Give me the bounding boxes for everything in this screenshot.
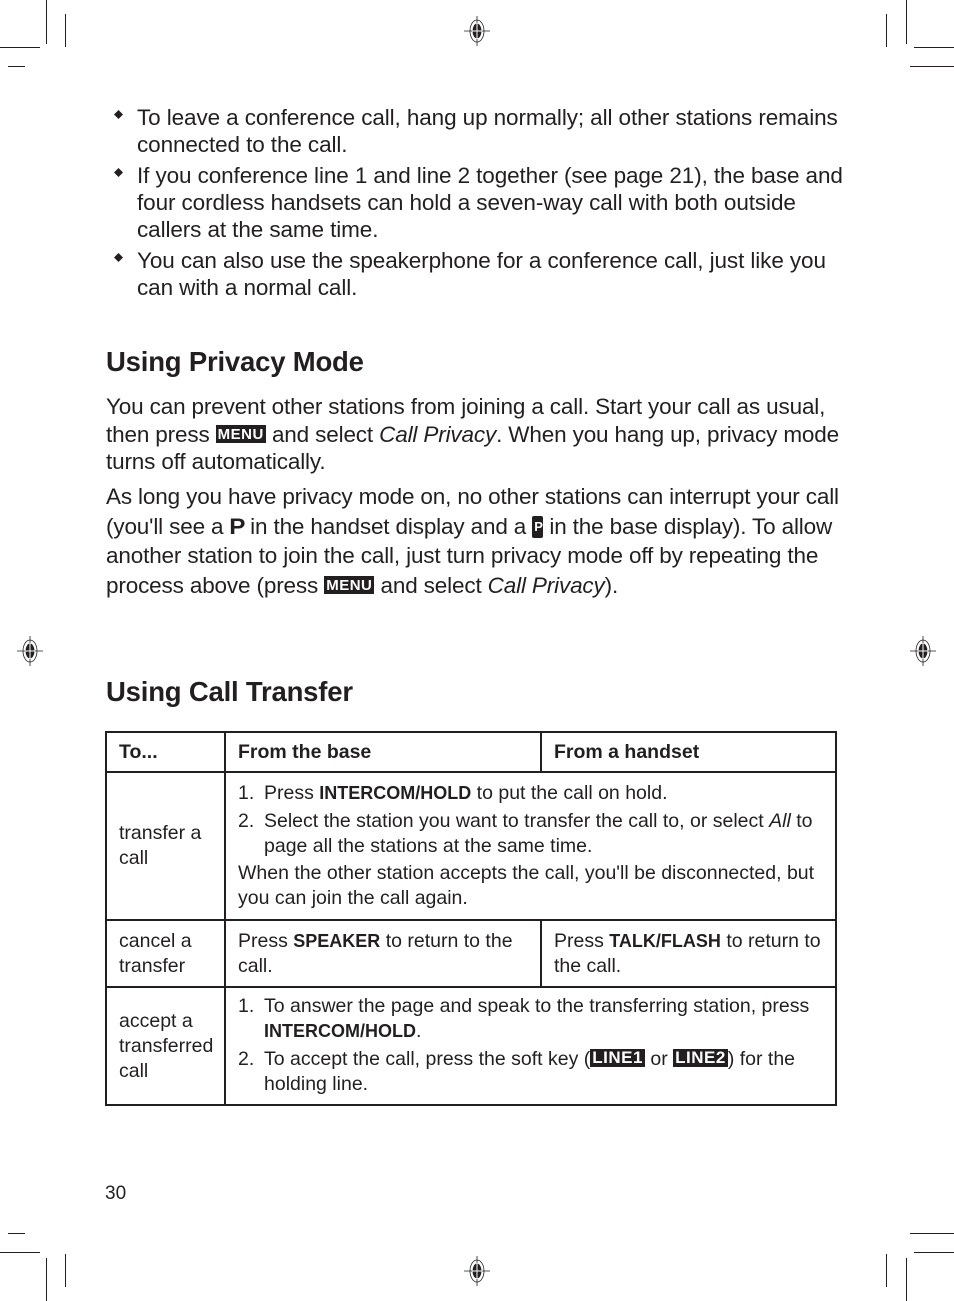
bullet-item: If you conference line 1 and line 2 toge… (114, 162, 844, 243)
handset-privacy-icon: P (228, 513, 245, 539)
text: To accept the call, press the soft key ( (264, 1048, 591, 1070)
call-transfer-table: To... From the base From a handset trans… (105, 731, 837, 1106)
registration-mark-icon (910, 636, 936, 666)
table-row: transfer a call 1. Press INTERCOM/HOLD to… (105, 771, 837, 921)
crop-mark (906, 1258, 907, 1301)
table-row: cancel a transfer Press SPEAKER to retur… (105, 919, 837, 988)
button-name: INTERCOM/HOLD (264, 1021, 416, 1041)
text: and select (374, 572, 488, 598)
instructions-cell: 1. Press INTERCOM/HOLD to put the call on… (224, 771, 837, 921)
text: . (416, 1020, 422, 1042)
crop-mark (46, 0, 47, 44)
crop-mark (886, 14, 887, 47)
crop-mark (910, 66, 954, 67)
step-number: 2. (238, 1048, 255, 1070)
step-number: 2. (238, 810, 255, 832)
bullet-list: To leave a conference call, hang up norm… (114, 104, 844, 305)
text: Press (554, 929, 610, 952)
text: Press (238, 929, 294, 952)
table-header-row: To... From the base From a handset (105, 731, 837, 773)
crop-mark (906, 0, 907, 44)
section-heading-transfer: Using Call Transfer (106, 676, 353, 707)
bullet-text: You can also use the speakerphone for a … (137, 248, 826, 300)
bullet-text: To leave a conference call, hang up norm… (137, 105, 838, 157)
crop-mark (914, 1252, 954, 1253)
action-cell: cancel a transfer (105, 919, 226, 988)
crop-mark (886, 1254, 887, 1287)
text: and select (265, 421, 380, 447)
column-header-base: From the base (224, 731, 542, 773)
text: to put the call on hold. (471, 782, 668, 804)
privacy-paragraph-1: You can prevent other stations from join… (106, 393, 846, 476)
menu-option-name: All (769, 810, 791, 832)
handset-instruction-cell: Press TALK/FLASH to return to the call. (540, 919, 837, 988)
menu-key-label: MENU (215, 424, 266, 443)
menu-option-name: Call Privacy (487, 572, 605, 598)
registration-mark-icon (17, 636, 43, 666)
menu-key-label: MENU (324, 575, 375, 594)
crop-mark (0, 1252, 40, 1253)
crop-mark (914, 47, 954, 48)
text: Press (264, 782, 320, 804)
text: Select the station you want to transfer … (264, 810, 770, 832)
bullet-item: To leave a conference call, hang up norm… (114, 104, 844, 158)
crop-mark (8, 66, 25, 67)
crop-mark (65, 14, 66, 47)
step-number: 1. (238, 995, 255, 1017)
bullet-text: If you conference line 1 and line 2 toge… (137, 163, 843, 242)
step-number: 1. (238, 782, 255, 804)
action-cell: transfer a call (105, 771, 226, 921)
registration-mark-icon (464, 16, 490, 46)
step-item: 1. Press INTERCOM/HOLD to put the call on… (238, 781, 829, 806)
steps-list: 1. To answer the page and speak to the tr… (238, 994, 829, 1097)
line2-softkey-label: LINE2 (673, 1048, 728, 1067)
crop-mark (65, 1254, 66, 1287)
steps-list: 1. Press INTERCOM/HOLD to put the call on… (238, 781, 829, 859)
menu-option-name: Call Privacy (379, 421, 497, 447)
crop-mark (8, 1233, 25, 1234)
section-heading-privacy: Using Privacy Mode (106, 346, 364, 377)
action-cell: accept a transferred call (105, 986, 226, 1106)
registration-mark-icon (464, 1256, 490, 1286)
base-privacy-glyph: P (534, 518, 543, 534)
crop-mark (46, 1258, 47, 1301)
line1-softkey-label: LINE1 (590, 1048, 645, 1067)
button-name: TALK/FLASH (609, 930, 721, 951)
step-item: 2. Select the station you want to transfe… (238, 809, 829, 859)
column-header-to: To... (105, 731, 226, 773)
diamond-bullet-icon (114, 253, 123, 262)
bullet-item: You can also use the speakerphone for a … (114, 247, 844, 301)
page-number: 30 (105, 1183, 127, 1204)
step-item: 1. To answer the page and speak to the tr… (238, 994, 829, 1044)
text: or (644, 1048, 674, 1070)
text: ). (604, 572, 619, 598)
text: To answer the page and speak to the tran… (264, 995, 810, 1017)
base-instruction-cell: Press SPEAKER to return to the call. (224, 919, 542, 988)
button-name: INTERCOM/HOLD (319, 783, 472, 803)
base-privacy-icon: P (532, 515, 544, 538)
table-row: accept a transferred call 1. To answer th… (105, 986, 837, 1106)
instructions-cell: 1. To answer the page and speak to the tr… (224, 986, 837, 1106)
crop-mark (0, 47, 40, 48)
diamond-bullet-icon (114, 168, 123, 177)
privacy-paragraph-2: As long you have privacy mode on, no oth… (106, 482, 846, 600)
note-text: When the other station accepts the call,… (238, 862, 815, 909)
diamond-bullet-icon (114, 110, 123, 119)
column-header-handset: From a handset (540, 731, 837, 773)
text: in the handset display and a (244, 513, 533, 539)
button-name: SPEAKER (293, 930, 381, 951)
step-item: 2. To accept the call, press the soft key… (238, 1047, 829, 1097)
crop-mark (910, 1233, 954, 1234)
